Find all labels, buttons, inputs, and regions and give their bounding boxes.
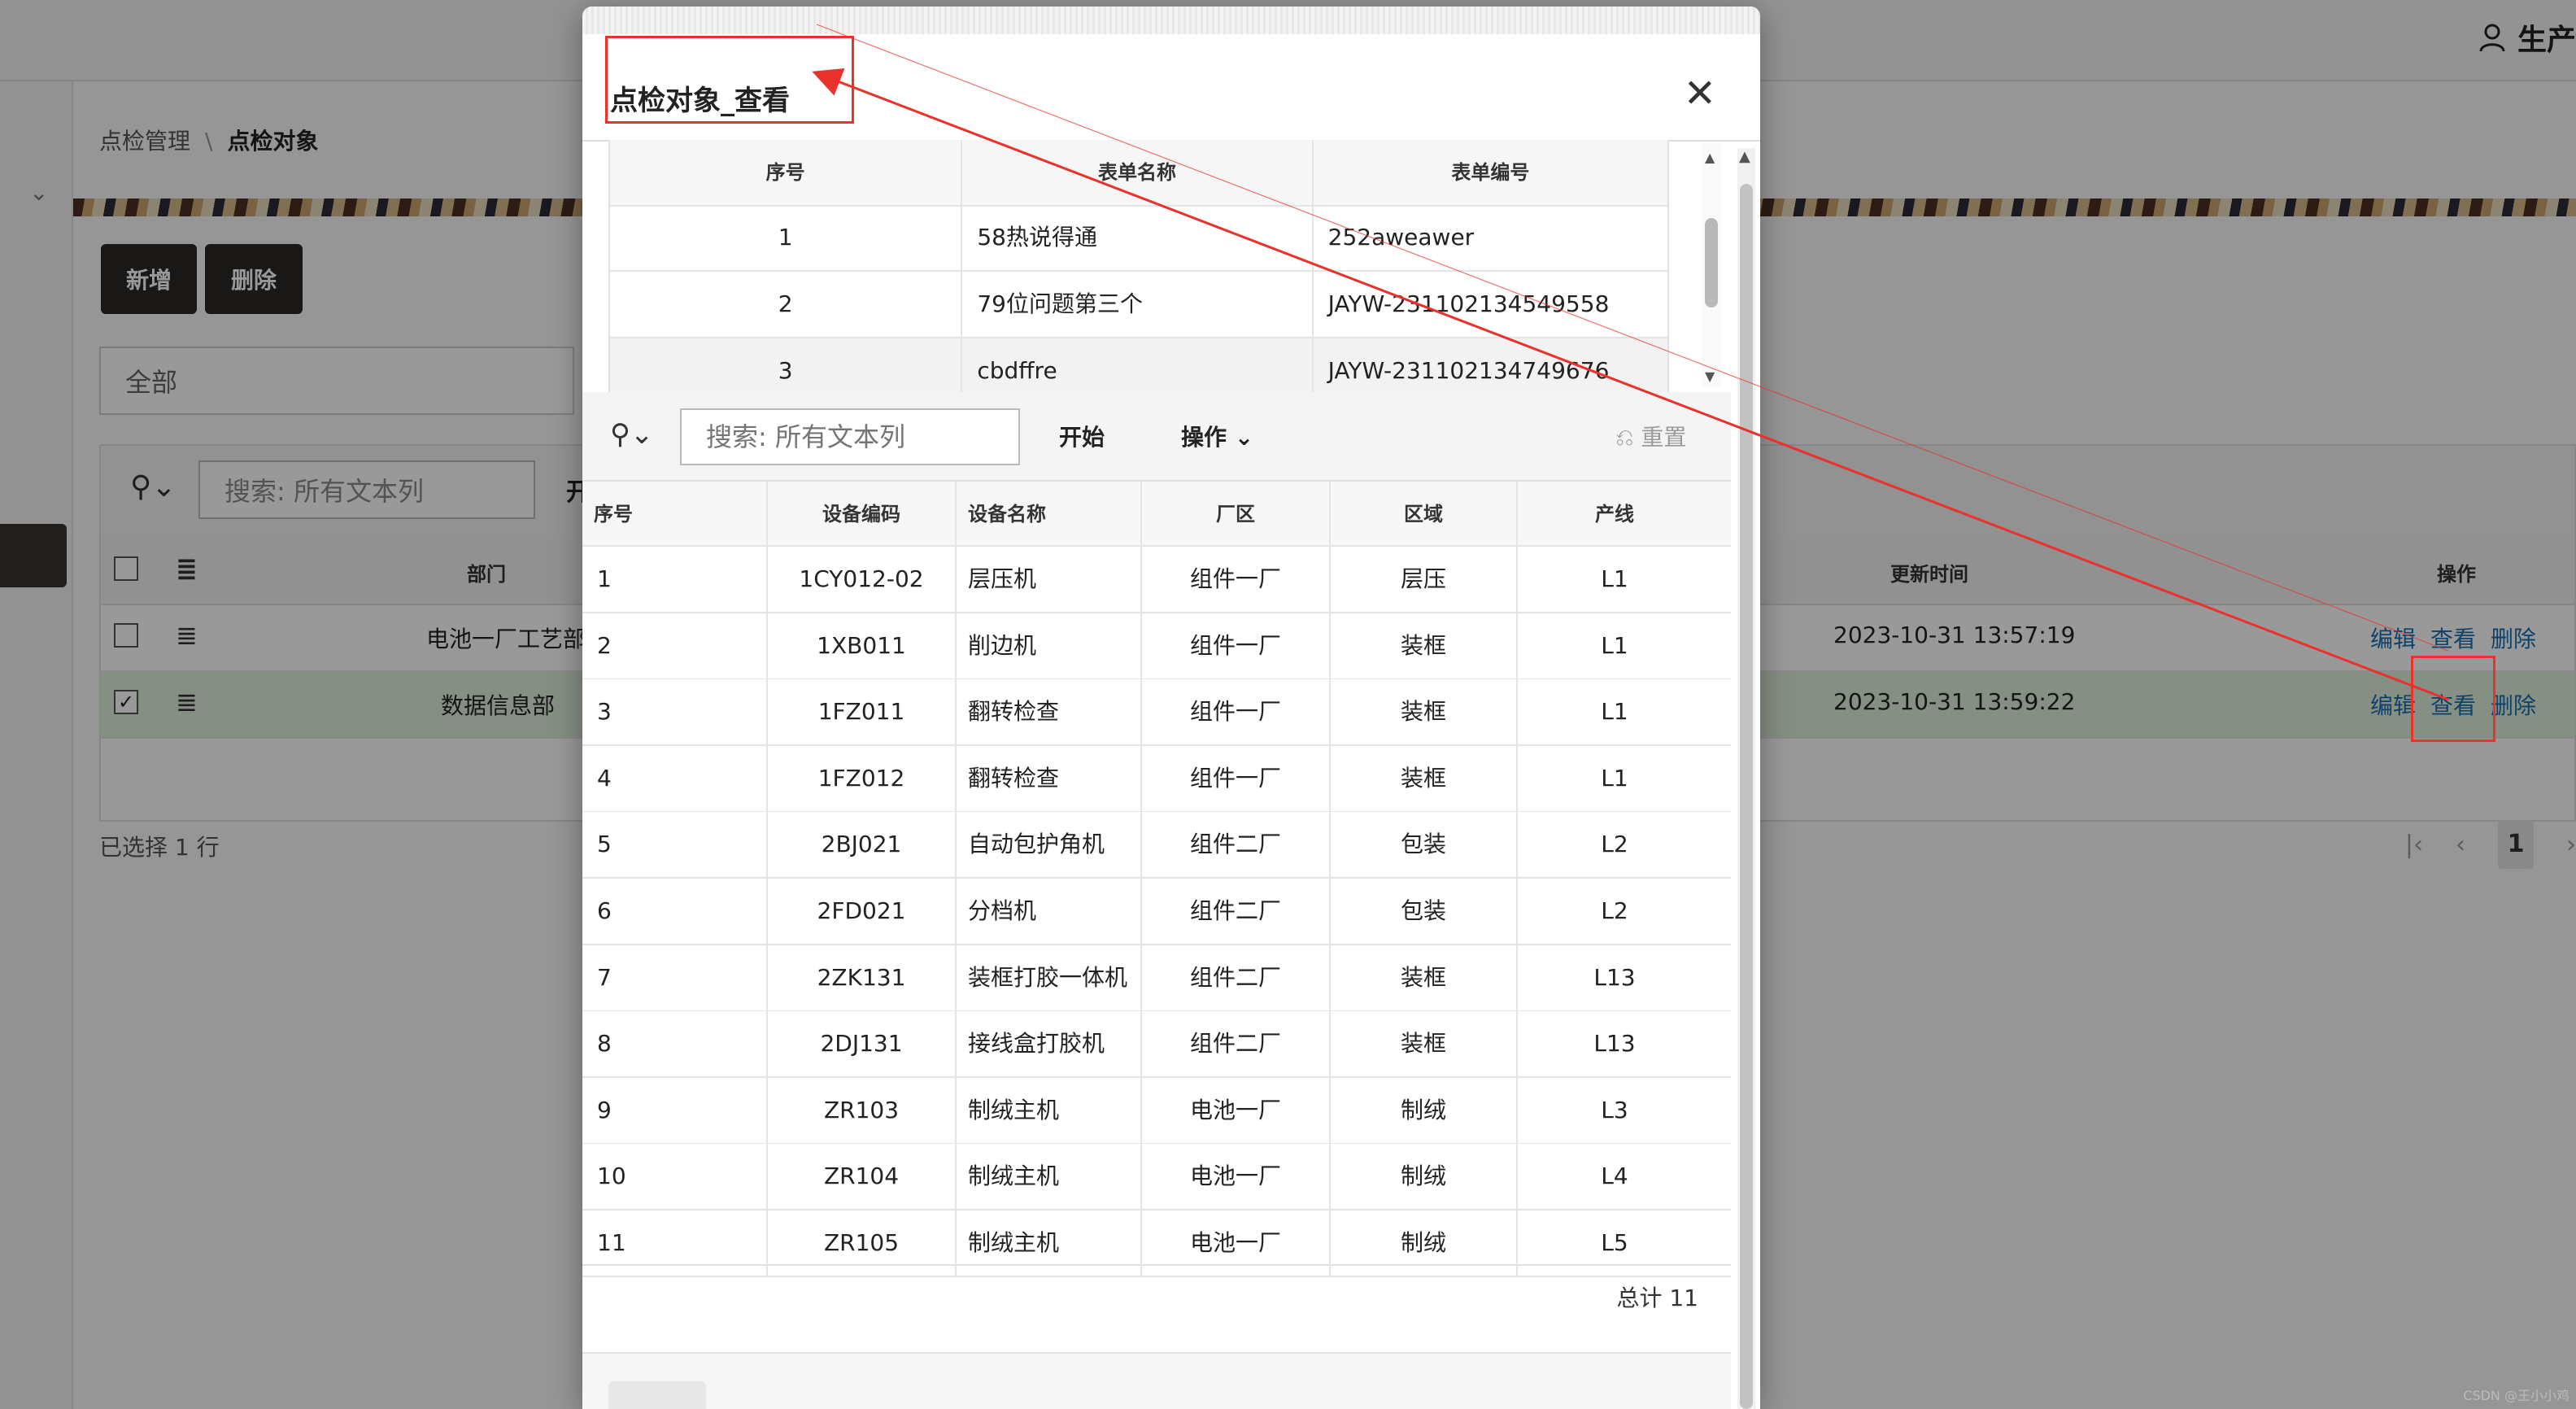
watermark: CSDN @王小小鸡 <box>2463 1388 2569 1403</box>
annotation-arrow <box>812 24 2449 701</box>
